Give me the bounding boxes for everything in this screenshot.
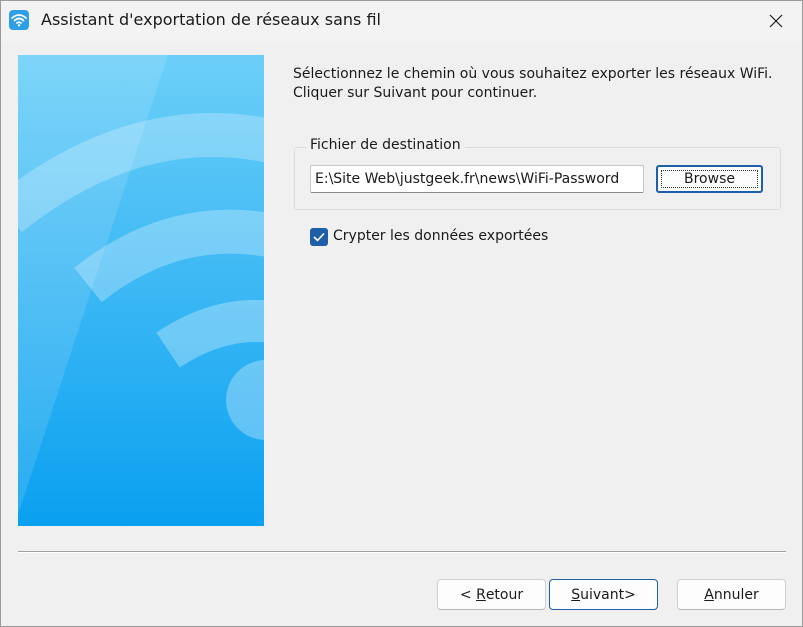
instruction-line-1: Sélectionnez le chemin où vous souhaitez… (293, 66, 773, 82)
wifi-icon (9, 10, 29, 30)
encrypt-checkbox[interactable] (310, 228, 328, 246)
destination-path-input[interactable] (310, 165, 644, 193)
close-button[interactable] (750, 1, 802, 41)
browse-button[interactable]: Browse (656, 165, 763, 193)
title-bar[interactable]: Assistant d'exportation de réseaux sans … (1, 1, 802, 41)
encrypt-label[interactable]: Crypter les données exportées (333, 228, 548, 244)
focus-rectangle (661, 170, 758, 188)
next-rest: uivant> (580, 586, 636, 603)
next-button[interactable]: Suivant> (549, 579, 658, 610)
wizard-side-image (18, 55, 264, 526)
cancel-button[interactable]: Annuler (677, 579, 786, 610)
checkmark-icon (313, 232, 325, 242)
export-wizard-window: Assistant d'exportation de réseaux sans … (0, 0, 803, 627)
footer-separator (18, 551, 786, 553)
back-button[interactable]: < Retour (437, 579, 546, 610)
cancel-rest: nnuler (713, 586, 759, 603)
close-icon (769, 14, 783, 28)
next-mnemonic: S (571, 586, 581, 603)
back-mnemonic: R (476, 586, 486, 603)
instruction-text: Sélectionnez le chemin où vous souhaitez… (293, 65, 793, 103)
back-rest: etour (485, 586, 524, 603)
back-prefix: < (459, 586, 477, 603)
destination-group-label: Fichier de destination (306, 137, 465, 153)
instruction-line-2: Cliquer sur Suivant pour continuer. (293, 85, 538, 101)
window-title: Assistant d'exportation de réseaux sans … (41, 10, 381, 29)
cancel-mnemonic: A (704, 586, 714, 603)
